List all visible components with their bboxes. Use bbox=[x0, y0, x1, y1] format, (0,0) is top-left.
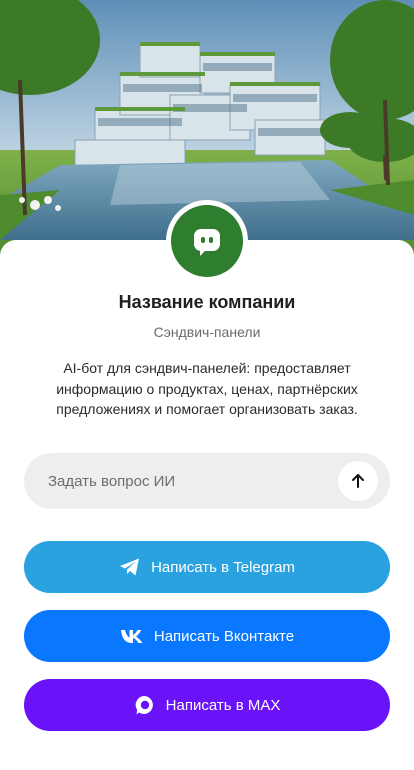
company-category: Сэндвич-панели bbox=[153, 324, 261, 340]
avatar bbox=[166, 200, 248, 282]
telegram-button-label: Написать в Telegram bbox=[151, 558, 295, 576]
ask-ai-field bbox=[24, 453, 390, 509]
arrow-up-icon bbox=[352, 474, 364, 488]
max-icon bbox=[134, 694, 156, 716]
max-button-label: Написать в MAX bbox=[165, 696, 281, 714]
send-button[interactable] bbox=[338, 461, 378, 501]
ask-ai-input[interactable] bbox=[48, 453, 338, 509]
telegram-button[interactable]: Написать в Telegram bbox=[24, 541, 390, 593]
telegram-icon bbox=[119, 557, 141, 577]
chat-bot-icon bbox=[171, 205, 243, 277]
company-description: AI-бот для сэндвич-панелей: предоставляе… bbox=[56, 360, 358, 417]
max-button[interactable]: Написать в MAX bbox=[24, 679, 390, 731]
vk-button[interactable]: Написать Вконтакте bbox=[24, 610, 390, 662]
vk-icon bbox=[120, 628, 144, 644]
vk-button-label: Написать Вконтакте bbox=[153, 627, 295, 645]
company-name: Название компании bbox=[118, 292, 296, 312]
